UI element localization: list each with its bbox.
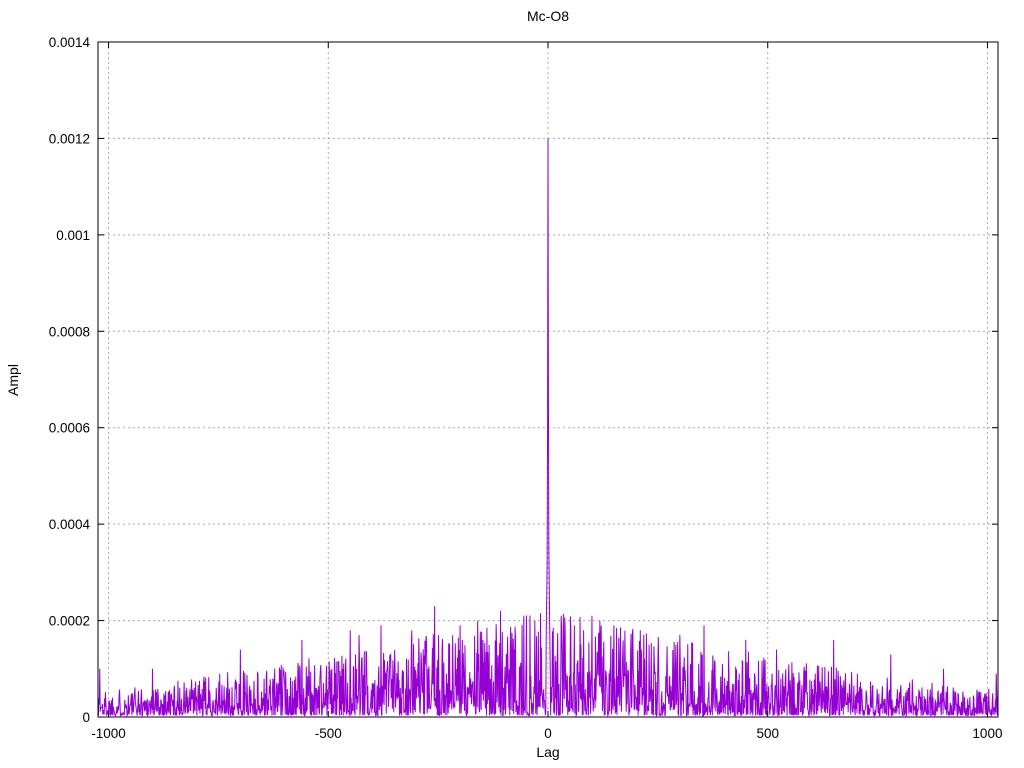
plot-area: -1000 -500 0 500 1000 0 0.0002 0.0004 0.0006 0.00… bbox=[49, 35, 1003, 741]
y-tick-label: 0 bbox=[82, 710, 90, 725]
y-tick-label: 0.001 bbox=[56, 228, 90, 243]
y-tick-label: 0.0012 bbox=[49, 131, 90, 146]
x-tick-label: 500 bbox=[756, 726, 779, 741]
x-tick-label: 0 bbox=[544, 726, 552, 741]
y-tick-label: 0.0008 bbox=[49, 324, 90, 339]
y-tick-label: 0.0002 bbox=[49, 614, 90, 629]
y-tick-label: 0.0006 bbox=[49, 421, 90, 436]
x-tick-label: -1000 bbox=[91, 726, 126, 741]
x-tick-label: 1000 bbox=[972, 726, 1002, 741]
x-tick-label: -500 bbox=[315, 726, 342, 741]
y-tick-label: 0.0014 bbox=[49, 35, 91, 50]
x-axis-label: Lag bbox=[536, 744, 560, 760]
correlation-chart-page: Mc-O8 Ampl -1000 -500 0 500 1000 0 0.0002 0.000… bbox=[0, 0, 1024, 768]
y-tick-label: 0.0004 bbox=[49, 517, 91, 532]
